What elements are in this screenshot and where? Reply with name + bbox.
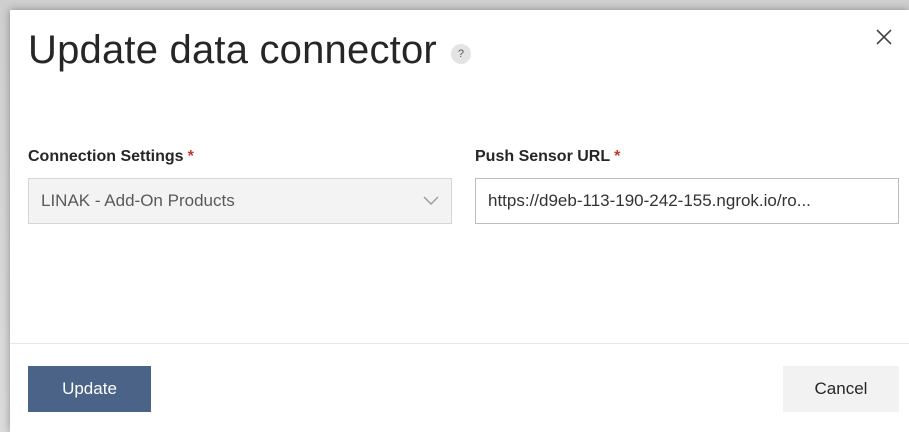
- update-connector-dialog: Update data connector ? Connection Setti…: [10, 10, 909, 432]
- footer-divider: [10, 343, 909, 344]
- chevron-down-icon: [423, 196, 439, 205]
- dialog-header: Update data connector ?: [28, 26, 471, 74]
- dialog-title: Update data connector: [28, 28, 437, 72]
- cancel-button[interactable]: Cancel: [783, 366, 899, 412]
- push-sensor-url-label: Push Sensor URL *: [475, 148, 620, 166]
- push-sensor-url-label-text: Push Sensor URL: [475, 148, 611, 165]
- help-icon[interactable]: ?: [450, 44, 471, 64]
- connection-settings-label-text: Connection Settings: [28, 148, 184, 165]
- close-icon[interactable]: [873, 26, 895, 48]
- connection-settings-select[interactable]: LINAK - Add-On Products: [28, 178, 452, 224]
- connection-settings-selected-value: LINAK - Add-On Products: [41, 191, 235, 210]
- push-sensor-url-input[interactable]: [475, 178, 899, 224]
- close-icon-glyph: [876, 29, 892, 45]
- update-button[interactable]: Update: [28, 366, 151, 412]
- required-marker: *: [614, 148, 621, 165]
- connection-settings-label: Connection Settings *: [28, 148, 194, 166]
- required-marker: *: [187, 148, 194, 165]
